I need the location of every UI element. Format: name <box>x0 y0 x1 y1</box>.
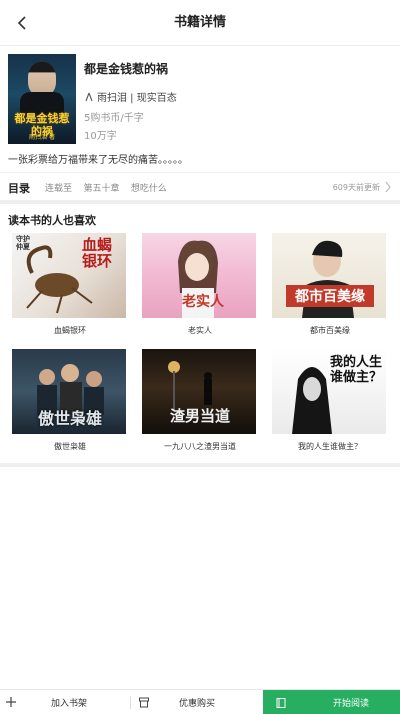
recommend-book[interactable]: 血蝎银环 守护仲夏 血蝎银环 <box>8 233 126 343</box>
page-title: 书籍详情 <box>173 15 226 30</box>
catalog-row[interactable]: 目录 连载至 第五十章 想吃什么 609天前更新 <box>0 172 400 200</box>
cover-title: 傲世枭雄 <box>37 409 102 428</box>
book-thumbnail: 我的人生谁做主？ <box>272 349 386 434</box>
book-title: 血蝎银环 <box>54 326 86 335</box>
book-thumbnail: 都市百美缘 <box>272 233 386 318</box>
plus-icon <box>6 697 16 707</box>
book-title: 老实人 <box>188 326 212 335</box>
cover-title: 老实人 <box>182 294 224 310</box>
cover-title: 血蝎银环 <box>82 236 113 270</box>
book-cover[interactable]: 都是金钱惹的祸 雨扫泪 著 <box>8 54 76 144</box>
book-thumbnail: 老实人 <box>142 233 256 318</box>
recommend-title: 读本书的人也喜欢 <box>8 214 96 227</box>
section-divider <box>0 200 400 204</box>
book-icon <box>276 697 286 708</box>
book-intro: 一张彩票给万福带来了无尽的痛苦。。。。。 <box>8 155 188 166</box>
cover-author: 雨扫泪 著 <box>29 134 55 141</box>
discount-buy-button[interactable]: 优惠购买 <box>131 690 263 714</box>
cover-title: 我的人生谁做主？ <box>330 355 383 385</box>
cover-figure <box>28 62 56 96</box>
book-info: 都是金钱惹的祸 雨扫泪 著 都是金钱惹的祸 雨扫泪 | 现实百态 5购书币/千字… <box>0 46 400 150</box>
cover-author: 守护仲夏 <box>16 235 30 251</box>
update-time: 609天前更新 <box>332 183 380 192</box>
recommend-book[interactable]: 渣男当道 一九八八之渣男当道 <box>138 349 256 459</box>
recommend-book[interactable]: 傲世枭雄 傲世枭雄 <box>8 349 126 459</box>
add-to-shelf-label: 加入书架 <box>50 699 87 709</box>
book-title: 傲世枭雄 <box>54 442 86 451</box>
recommend-book[interactable]: 我的人生谁做主？ 我的人生谁做主？ <box>268 349 386 459</box>
discount-buy-label: 优惠购买 <box>178 699 215 709</box>
author-icon <box>85 92 93 101</box>
section-divider <box>0 463 400 467</box>
book-thumbnail: 血蝎银环 守护仲夏 <box>12 233 126 318</box>
chevron-right-icon <box>385 181 391 193</box>
shop-icon <box>139 697 149 708</box>
author-line: 雨扫泪 | 现实百态 <box>84 89 177 104</box>
word-count: 10万字 <box>84 131 117 142</box>
book-title: 都市百美缘 <box>310 326 350 335</box>
recommend-book[interactable]: 老实人 老实人 <box>138 233 256 343</box>
recommend-book[interactable]: 都市百美缘 都市百美缘 <box>268 233 386 343</box>
add-to-shelf-button[interactable]: 加入书架 <box>0 690 130 714</box>
latest-chapter: 连载至 第五十章 想吃什么 <box>45 184 167 194</box>
book-thumbnail: 渣男当道 <box>142 349 256 434</box>
start-reading-label: 开始阅读 <box>333 699 370 709</box>
author-category: 雨扫泪 | 现实百态 <box>97 93 177 104</box>
cover-title: 都市百美缘 <box>286 285 374 307</box>
cover-title: 渣男当道 <box>169 407 230 425</box>
book-title: 我的人生谁做主？ <box>298 442 362 451</box>
top-bar: 书籍详情 <box>0 0 400 46</box>
book-title: 都是金钱惹的祸 <box>84 62 169 76</box>
book-thumbnail: 傲世枭雄 <box>12 349 126 434</box>
book-price: 5购书币/千字 <box>84 113 144 124</box>
catalog-title: 目录 <box>8 182 30 195</box>
book-title: 一九八八之渣男当道 <box>164 442 236 451</box>
start-reading-button[interactable]: 开始阅读 <box>263 690 400 714</box>
bottom-action-bar: 加入书架 优惠购买 开始阅读 <box>0 689 400 714</box>
